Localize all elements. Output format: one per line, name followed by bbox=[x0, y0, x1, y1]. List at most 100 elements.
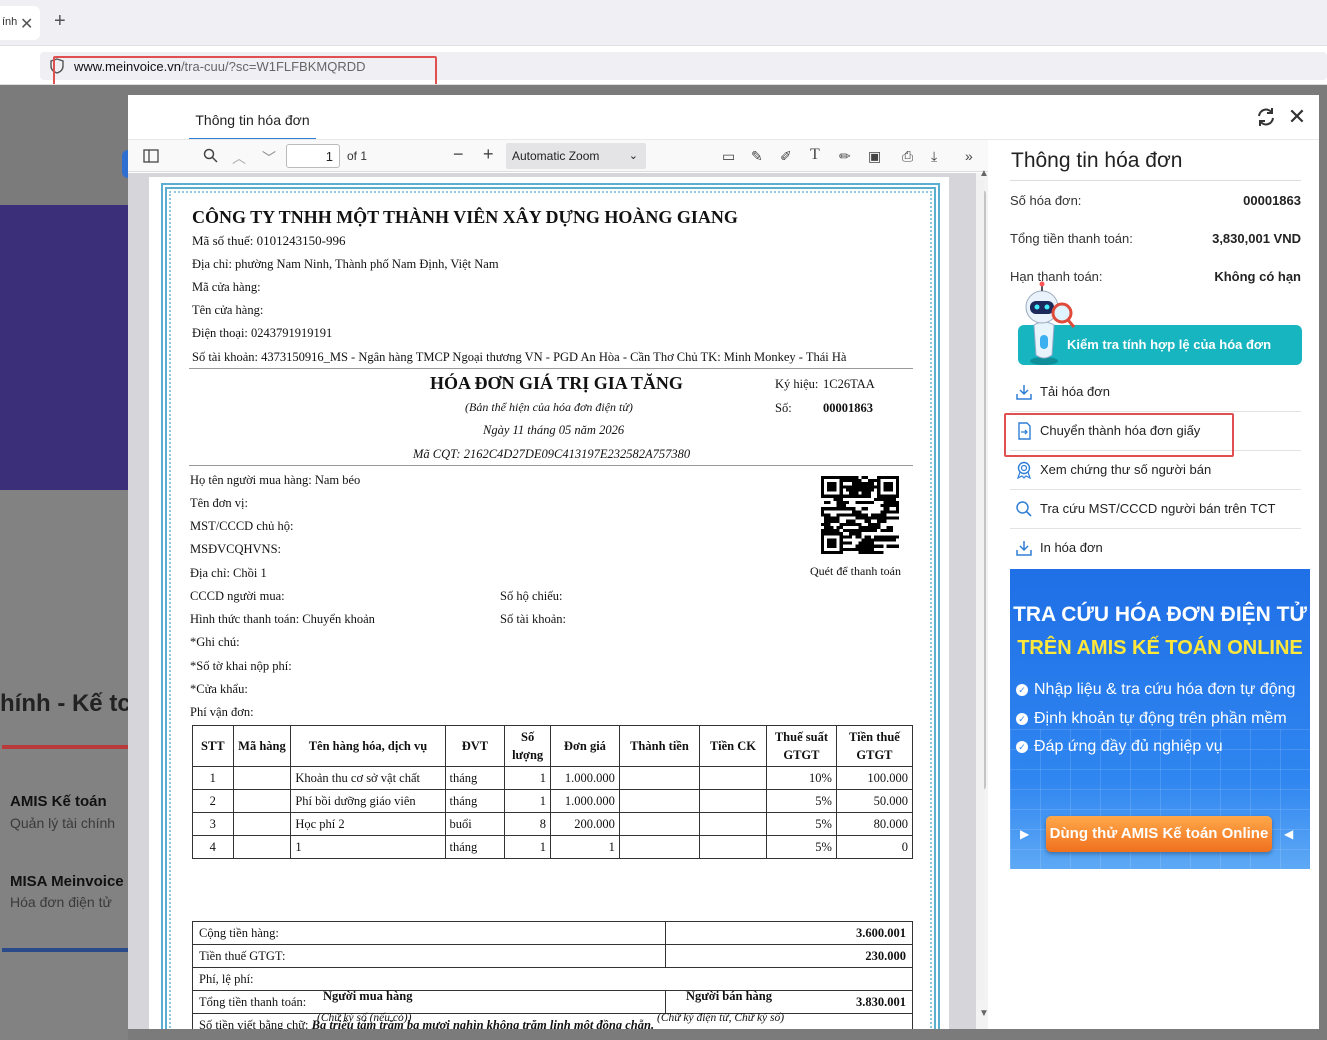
banner-bullet: ✓ Đáp ứng đầy đủ nghiệp vụ bbox=[1016, 738, 1223, 756]
table-cell bbox=[232, 835, 292, 859]
lookup-tax-code-button[interactable]: Tra cứu MST/CCCD người bán trên TCT bbox=[1010, 490, 1301, 529]
scroll-up-icon[interactable]: ▲ bbox=[979, 168, 989, 179]
totals-table: Cộng tiền hàng: 3.600.001 Tiền thuế GTGT:… bbox=[192, 921, 913, 1029]
more-tools-icon[interactable]: » bbox=[965, 148, 973, 164]
edit-icon[interactable]: ✎ bbox=[751, 148, 763, 165]
invoice-info-panel: Thông tin hóa đơn Số hóa đơn: 00001863 T… bbox=[1000, 140, 1319, 1029]
table-row: 4 1 tháng 1 1 5% 0 bbox=[192, 835, 914, 859]
zoom-in-icon[interactable]: + bbox=[483, 144, 494, 165]
download-icon bbox=[1016, 385, 1032, 400]
tab-invoice-info[interactable]: Thông tin hóa đơn bbox=[189, 104, 316, 140]
table-cell bbox=[618, 835, 701, 859]
previous-page-icon[interactable]: ︿ bbox=[232, 148, 246, 168]
note: *Ghi chú: bbox=[190, 635, 240, 649]
zoom-select[interactable]: Automatic Zoom ⌄ bbox=[506, 143, 646, 169]
page-count: of 1 bbox=[347, 149, 368, 163]
certificate-icon bbox=[1017, 461, 1031, 479]
table-cell: 2 bbox=[192, 789, 234, 813]
buyer-signature-title: Người mua hàng bbox=[323, 989, 413, 1003]
table-cell: 200.000 bbox=[549, 812, 620, 836]
number-value: 00001863 bbox=[823, 401, 873, 415]
column-header: STT bbox=[192, 725, 234, 767]
panel-scrollbar[interactable] bbox=[976, 180, 984, 1000]
payment-method: Hình thức thanh toán: Chuyển khoản bbox=[190, 612, 375, 626]
column-header: Tên hàng hóa, dịch vụ bbox=[290, 725, 446, 767]
download-invoice-button[interactable]: Tải hóa đơn bbox=[1010, 373, 1301, 412]
due-value: Không có hạn bbox=[1214, 269, 1301, 284]
table-cell: 1 bbox=[504, 789, 551, 813]
table-cell: 1 bbox=[290, 835, 446, 859]
background-product-desc: Hóa đơn điện tử bbox=[10, 894, 112, 910]
table-row: 2 Phí bồi dưỡng giáo viên tháng 1 1.000.000 5… bbox=[192, 789, 914, 813]
table-cell: 1 bbox=[504, 835, 551, 859]
promo-banner[interactable]: TRA CỨU HÓA ĐƠN ĐIỆN TỬ TRÊN AMIS KẾ TOÁ… bbox=[1010, 569, 1310, 869]
buyer-name: Họ tên người mua hàng: Nam béo bbox=[190, 473, 361, 487]
page-number-input[interactable]: 1 bbox=[286, 144, 340, 168]
buyer-address: Địa chỉ: Chồi 1 bbox=[190, 566, 267, 580]
new-tab-icon[interactable]: + bbox=[54, 10, 66, 33]
table-cell: 1.000.000 bbox=[549, 766, 620, 790]
table-row: Cộng tiền hàng: 3.600.001 bbox=[192, 921, 913, 945]
table-cell: 8 bbox=[504, 812, 551, 836]
symbol-value: 1C26TAA bbox=[823, 377, 875, 391]
sidebar-toggle-icon[interactable] bbox=[143, 149, 159, 163]
table-cell: 10% bbox=[765, 766, 837, 790]
invoice-date: Ngày 11 tháng 05 năm 2026 bbox=[483, 423, 625, 437]
check-icon: ✓ bbox=[1016, 741, 1028, 753]
divider bbox=[2, 948, 128, 952]
total-label: Tổng tiền thanh toán: bbox=[192, 990, 666, 1014]
highlight-icon[interactable]: ✐ bbox=[780, 148, 792, 165]
try-amis-button[interactable]: Dùng thử AMIS Kế toán Online bbox=[1046, 816, 1272, 852]
comment-icon[interactable]: ▭ bbox=[722, 148, 735, 165]
fee-declaration: *Số tờ khai nộp phí: bbox=[190, 659, 292, 673]
table-cell: Khoản thu cơ sở vật chất bbox=[290, 766, 446, 790]
close-tab-icon[interactable]: ✕ bbox=[20, 14, 33, 34]
column-header: Tiền CK bbox=[699, 725, 767, 767]
qr-code bbox=[821, 476, 899, 554]
buyer-account: Số tài khoản: bbox=[500, 612, 566, 626]
scroll-down-icon[interactable]: ▼ bbox=[979, 1008, 989, 1019]
table-cell bbox=[232, 789, 292, 813]
table-cell bbox=[618, 812, 701, 836]
check-icon: ✓ bbox=[1016, 684, 1028, 696]
background-product-name: AMIS Kế toán bbox=[10, 793, 107, 810]
search-icon[interactable] bbox=[203, 148, 218, 163]
qr-caption: Quét để thanh toán bbox=[810, 564, 901, 578]
divider bbox=[189, 368, 913, 369]
pdf-canvas[interactable]: CÔNG TY TNHH MỘT THÀNH VIÊN XÂY DỰNG HOÀ… bbox=[128, 173, 988, 1029]
table-cell: 3 bbox=[192, 812, 234, 836]
column-header: Số lượng bbox=[504, 725, 551, 767]
table-cell: tháng bbox=[444, 835, 506, 859]
close-icon[interactable]: ✕ bbox=[1286, 106, 1308, 128]
seller-signature-title: Người bán hàng bbox=[686, 989, 772, 1003]
seller-account: Số tài khoản: 4373150916_MS - Ngân hàng … bbox=[192, 350, 847, 364]
table-cell: 1 bbox=[549, 835, 620, 859]
next-page-icon[interactable]: ﹀ bbox=[262, 148, 276, 168]
draw-icon[interactable]: ✏ bbox=[839, 148, 851, 165]
text-icon[interactable]: T bbox=[810, 146, 820, 164]
image-icon[interactable]: ▣ bbox=[868, 148, 881, 165]
store-name: Tên cửa hàng: bbox=[192, 303, 264, 317]
invoice-page: CÔNG TY TNHH MỘT THÀNH VIÊN XÂY DỰNG HOÀ… bbox=[149, 177, 949, 1029]
buyer-mst: MST/CCCD chủ hộ: bbox=[190, 519, 294, 533]
save-icon[interactable]: ⤓ bbox=[931, 148, 937, 165]
buyer-signature-note: (Chữ ký số (nếu có)) bbox=[317, 1012, 412, 1024]
table-row: Phí, lệ phí: bbox=[192, 967, 913, 991]
fee-label: Phí, lệ phí: bbox=[192, 967, 913, 991]
refresh-icon[interactable] bbox=[1255, 106, 1277, 128]
table-cell bbox=[618, 766, 701, 790]
table-cell: 1.000.000 bbox=[549, 789, 620, 813]
browser-tab[interactable]: ính ✕ bbox=[0, 6, 40, 40]
background-section bbox=[0, 490, 128, 1040]
table-cell: tháng bbox=[444, 766, 506, 790]
table-cell: buổi bbox=[444, 812, 506, 836]
number-label: Số: bbox=[775, 401, 792, 415]
seller-name: CÔNG TY TNHH MỘT THÀNH VIÊN XÂY DỰNG HOÀ… bbox=[192, 207, 738, 227]
border-gate: *Cửa khẩu: bbox=[190, 682, 248, 696]
zoom-out-icon[interactable]: − bbox=[453, 144, 464, 165]
column-header: Đơn giá bbox=[549, 725, 620, 767]
table-cell bbox=[232, 766, 292, 790]
print-invoice-button[interactable]: In hóa đơn bbox=[1010, 529, 1301, 568]
print-icon[interactable]: ⎙ bbox=[902, 148, 913, 165]
table-cell: 4 bbox=[192, 835, 234, 859]
